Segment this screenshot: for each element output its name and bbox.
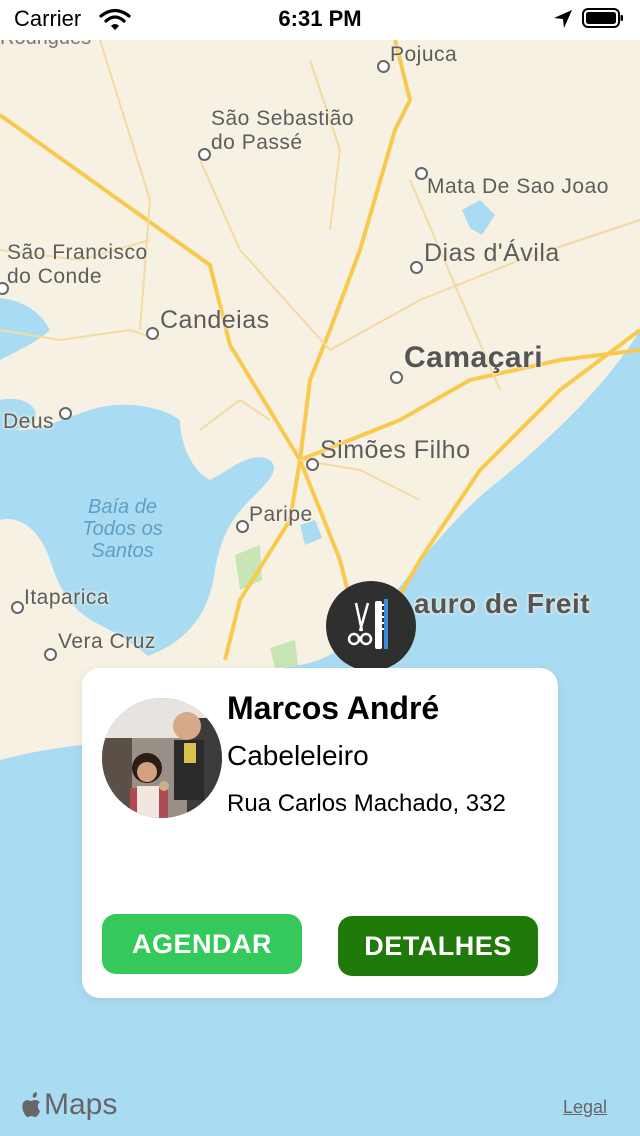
city-marker-dias xyxy=(410,261,423,274)
barber-info-card[interactable]: Marcos André Cabeleleiro Rua Carlos Mach… xyxy=(82,668,558,998)
city-label-itaparica: Itaparica xyxy=(24,586,110,609)
city-label-sao-sebastiao: São Sebastião xyxy=(211,107,355,130)
avatar xyxy=(102,698,222,818)
location-arrow-icon xyxy=(554,10,572,28)
city-label-dias: Dias d'Ávila xyxy=(424,239,560,267)
city-label-lauro: auro de Freit xyxy=(414,588,591,619)
city-label-deus: Deus xyxy=(3,410,55,433)
city-label-sao-sebastiao-2: do Passé xyxy=(211,131,303,154)
barber-scissors-comb-icon xyxy=(347,599,388,649)
apple-maps-logo: Maps xyxy=(20,1088,117,1122)
barber-name: Marcos André xyxy=(227,690,440,726)
city-marker-paripe xyxy=(236,520,249,533)
city-marker-candeias xyxy=(146,327,159,340)
city-label-sao-francisco: São Francisco xyxy=(7,241,148,264)
agendar-button[interactable]: AGENDAR xyxy=(102,914,302,974)
bay-label-line-1: Baía de xyxy=(88,496,157,518)
barber-address: Rua Carlos Machado, 332 xyxy=(227,790,506,817)
detalhes-button[interactable]: DETALHES xyxy=(338,916,538,976)
status-time: 6:31 PM xyxy=(278,6,362,31)
city-label-mata: Mata De Sao Joao xyxy=(427,175,609,198)
bay-label-line-3: Santos xyxy=(91,540,154,562)
barber-profession: Cabeleleiro xyxy=(227,740,369,771)
battery-icon xyxy=(582,8,623,28)
apple-logo-icon xyxy=(22,1092,40,1117)
bay-label: Baía de Todos os Santos xyxy=(70,496,175,562)
city-label-simoes: Simões Filho xyxy=(320,436,471,464)
city-marker-deus xyxy=(59,407,72,420)
city-marker-itaparica xyxy=(11,601,24,614)
city-marker-vera-cruz xyxy=(44,648,57,661)
city-label-pojuca: Pojuca xyxy=(390,43,458,66)
city-marker-simoes xyxy=(306,458,319,471)
city-marker-camacari xyxy=(390,371,403,384)
city-marker-sao-sebastiao xyxy=(198,148,211,161)
legal-link[interactable]: Legal xyxy=(563,1097,607,1118)
barber-map-pin[interactable] xyxy=(326,581,416,671)
city-label-candeias: Candeias xyxy=(160,306,270,334)
city-label-vera-cruz: Vera Cruz xyxy=(58,630,156,653)
city-label-paripe: Paripe xyxy=(249,503,313,526)
bay-label-line-2: Todos os xyxy=(82,518,163,540)
city-label-camacari: Camaçari xyxy=(404,341,544,374)
city-marker-pojuca xyxy=(377,60,390,73)
maps-label: Maps xyxy=(44,1088,118,1121)
city-label-sao-francisco-2: do Conde xyxy=(7,265,103,288)
status-bar: Carrier 6:31 PM xyxy=(0,0,640,40)
